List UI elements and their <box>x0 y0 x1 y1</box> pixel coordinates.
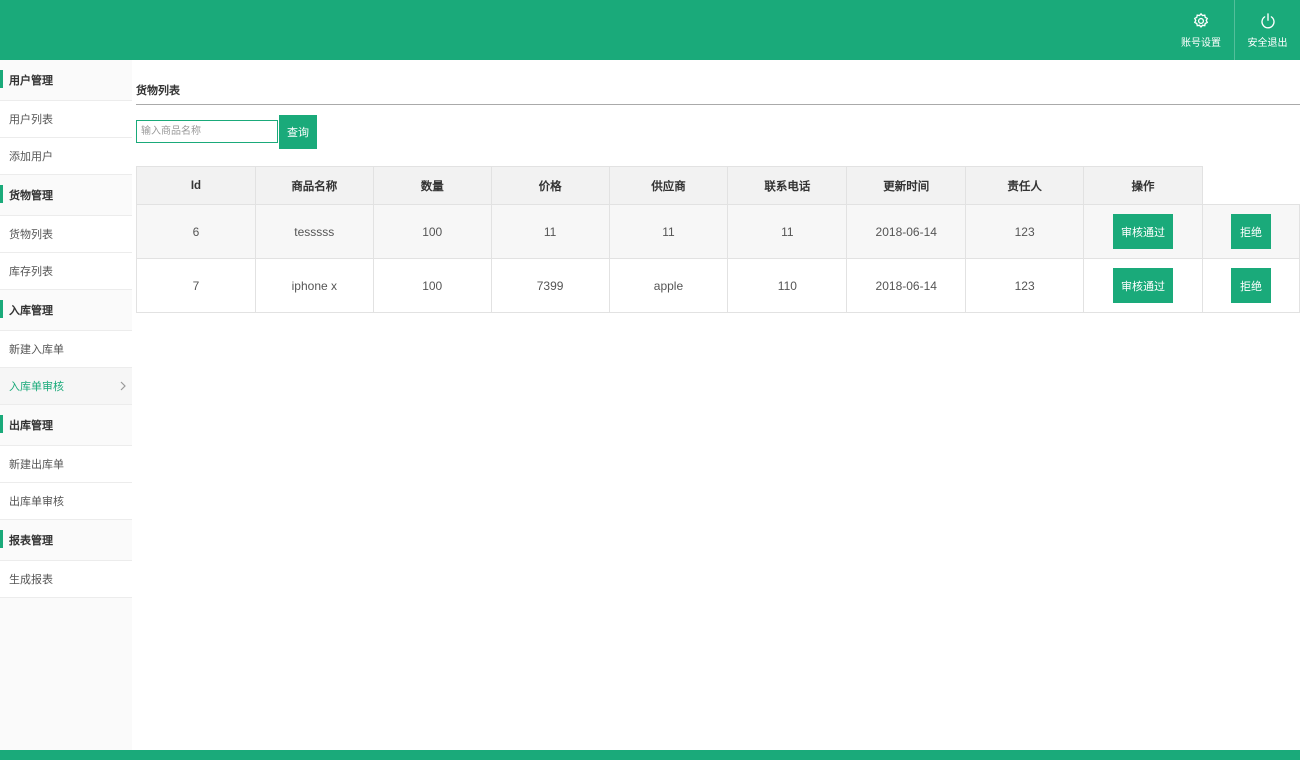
table-header-row: Id 商品名称 数量 价格 供应商 联系电话 更新时间 责任人 操作 <box>136 166 1300 205</box>
search-input[interactable] <box>136 120 278 143</box>
cell-updated: 2018-06-14 <box>846 258 967 313</box>
top-header: 账号设置 安全退出 <box>0 0 1300 60</box>
cell-name: iphone x <box>254 258 374 313</box>
cell-updated: 2018-06-14 <box>846 204 967 259</box>
search-button[interactable]: 查询 <box>279 115 317 149</box>
cell-owner: 123 <box>965 258 1085 313</box>
column-header-name: 商品名称 <box>254 166 374 205</box>
power-icon <box>1260 12 1275 28</box>
chevron-right-icon <box>120 381 126 391</box>
cell-phone: 110 <box>727 258 848 313</box>
goods-table: Id 商品名称 数量 价格 供应商 联系电话 更新时间 责任人 操作 6 tes… <box>136 166 1300 313</box>
account-settings-label: 账号设置 <box>1181 37 1221 49</box>
sidebar-item-new-outbound[interactable]: 新建出库单 <box>0 446 132 483</box>
column-header-price: 价格 <box>490 166 610 205</box>
table-row: 7 iphone x 100 7399 apple 110 2018-06-14… <box>136 258 1300 313</box>
sidebar-item-goods-list[interactable]: 货物列表 <box>0 216 132 253</box>
title-divider <box>136 104 1300 105</box>
cell-price: 11 <box>490 204 610 259</box>
sidebar-group-report-management: 报表管理 <box>0 520 132 561</box>
column-header-updated: 更新时间 <box>846 166 967 205</box>
main-content: 货物列表 查询 Id 商品名称 数量 价格 供应商 联系电话 更新时间 责任人 … <box>136 60 1300 750</box>
cell-approve: 审核通过 <box>1083 204 1203 259</box>
sidebar-item-stock-list[interactable]: 库存列表 <box>0 253 132 290</box>
page-title: 货物列表 <box>136 84 180 97</box>
sidebar-item-label: 入库单审核 <box>9 380 64 393</box>
sidebar-group-user-management: 用户管理 <box>0 60 132 101</box>
bottom-bar <box>0 750 1300 760</box>
cell-price: 7399 <box>490 258 610 313</box>
logout-button[interactable]: 安全退出 <box>1234 0 1300 60</box>
cell-id: 7 <box>136 258 256 313</box>
column-header-phone: 联系电话 <box>727 166 848 205</box>
table-row: 6 tesssss 100 11 11 11 2018-06-14 123 审核… <box>136 204 1300 259</box>
logout-label: 安全退出 <box>1247 37 1288 49</box>
account-settings-button[interactable]: 账号设置 <box>1168 0 1234 60</box>
sidebar-group-goods-management: 货物管理 <box>0 175 132 216</box>
reject-button[interactable]: 拒绝 <box>1230 268 1271 303</box>
sidebar: 用户管理 用户列表 添加用户 货物管理 货物列表 库存列表 入库管理 新建入库单… <box>0 60 132 750</box>
sidebar-item-add-user[interactable]: 添加用户 <box>0 138 132 175</box>
column-header-quantity: 数量 <box>372 166 492 205</box>
sidebar-group-outbound-management: 出库管理 <box>0 405 132 446</box>
column-header-supplier: 供应商 <box>608 166 729 205</box>
sidebar-item-generate-report[interactable]: 生成报表 <box>0 561 132 598</box>
column-header-blank <box>1202 166 1300 205</box>
cell-id: 6 <box>136 204 256 259</box>
approve-button[interactable]: 审核通过 <box>1113 214 1174 249</box>
gear-icon <box>1193 12 1209 28</box>
header-actions: 账号设置 安全退出 <box>1168 0 1300 60</box>
approve-button[interactable]: 审核通过 <box>1113 268 1174 303</box>
column-header-owner: 责任人 <box>965 166 1085 205</box>
cell-reject: 拒绝 <box>1201 204 1300 259</box>
sidebar-item-new-inbound[interactable]: 新建入库单 <box>0 331 132 368</box>
column-header-actions: 操作 <box>1083 166 1203 205</box>
cell-approve: 审核通过 <box>1083 258 1203 313</box>
sidebar-group-inbound-management: 入库管理 <box>0 290 132 331</box>
cell-supplier: apple <box>608 258 729 313</box>
cell-reject: 拒绝 <box>1201 258 1300 313</box>
cell-quantity: 100 <box>372 204 492 259</box>
cell-supplier: 11 <box>608 204 729 259</box>
cell-phone: 11 <box>727 204 848 259</box>
column-header-id: Id <box>136 166 256 205</box>
cell-owner: 123 <box>965 204 1085 259</box>
cell-name: tesssss <box>254 204 374 259</box>
sidebar-item-outbound-review[interactable]: 出库单审核 <box>0 483 132 520</box>
sidebar-item-inbound-review[interactable]: 入库单审核 <box>0 368 132 405</box>
reject-button[interactable]: 拒绝 <box>1230 214 1271 249</box>
cell-quantity: 100 <box>372 258 492 313</box>
sidebar-item-user-list[interactable]: 用户列表 <box>0 101 132 138</box>
